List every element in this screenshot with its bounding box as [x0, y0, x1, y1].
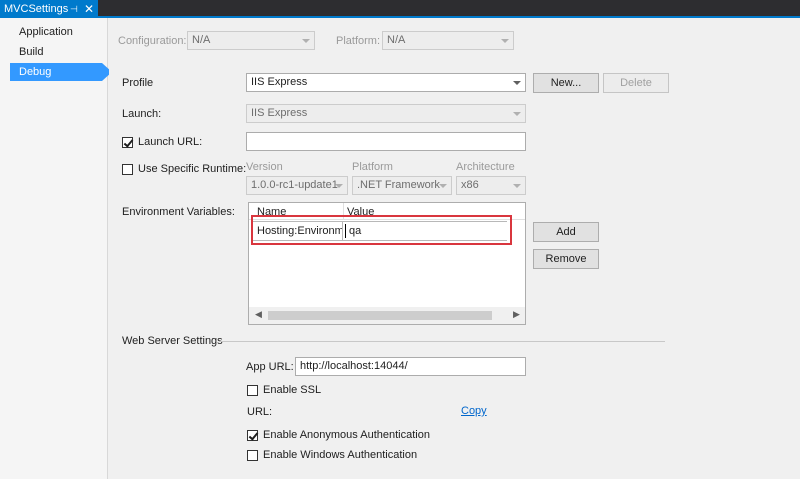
- runtime-platform-value: .NET Framework: [357, 179, 440, 191]
- platform-select[interactable]: N/A: [382, 31, 514, 50]
- add-env-var-button[interactable]: Add: [533, 222, 599, 242]
- runtime-version-label: Version: [246, 161, 283, 173]
- ssl-url-label: URL:: [247, 406, 273, 418]
- enable-ssl-label: Enable SSL: [263, 384, 322, 396]
- profile-select[interactable]: IIS Express: [246, 73, 526, 92]
- chevron-down-icon: [513, 81, 521, 85]
- highlight-annotation: [251, 215, 512, 245]
- scroll-right-icon[interactable]: ▶: [513, 309, 520, 320]
- nav-item-debug-label: Debug: [19, 66, 52, 78]
- document-tab-strip: MVCSettings ⊣ ✕: [0, 0, 800, 18]
- chevron-down-icon: [513, 112, 521, 116]
- profile-value: IIS Express: [251, 76, 308, 88]
- runtime-platform-label: Platform: [352, 161, 393, 173]
- section-divider: [220, 341, 665, 342]
- horizontal-scrollbar[interactable]: ◀ ▶: [249, 307, 525, 324]
- runtime-version-select[interactable]: 1.0.0-rc1-update1: [246, 176, 348, 195]
- specific-runtime-label: Use Specific Runtime:: [138, 163, 247, 175]
- chevron-down-icon: [513, 184, 521, 188]
- chevron-down-icon: [439, 184, 447, 188]
- configuration-select[interactable]: N/A: [187, 31, 315, 50]
- launch-url-label: Launch URL:: [138, 136, 203, 148]
- nav-item-application[interactable]: Application: [10, 23, 102, 41]
- copy-url-link[interactable]: Copy: [461, 405, 487, 417]
- new-profile-button[interactable]: New...: [533, 73, 599, 93]
- anonymous-auth-checkbox[interactable]: [247, 430, 258, 441]
- launch-select[interactable]: IIS Express: [246, 104, 526, 123]
- configuration-label: Configuration:: [118, 35, 187, 47]
- chevron-down-icon: [302, 39, 310, 43]
- environment-variables-label: Environment Variables:: [122, 206, 235, 218]
- launch-url-input[interactable]: [246, 132, 526, 151]
- delete-profile-button[interactable]: Delete: [603, 73, 669, 93]
- configuration-value: N/A: [192, 34, 211, 46]
- app-url-label: App URL:: [246, 361, 294, 373]
- scroll-left-icon[interactable]: ◀: [255, 309, 262, 320]
- runtime-architecture-label: Architecture: [456, 161, 515, 173]
- windows-auth-label: Enable Windows Authentication: [263, 449, 418, 461]
- launch-url-checkbox[interactable]: [122, 137, 133, 148]
- chevron-down-icon: [501, 39, 509, 43]
- property-pages-nav: Application Build Debug: [0, 18, 112, 479]
- launch-value: IIS Express: [251, 107, 308, 119]
- web-server-settings-label: Web Server Settings: [122, 335, 223, 347]
- runtime-version-value: 1.0.0-rc1-update1: [251, 179, 338, 191]
- profile-label: Profile: [122, 77, 154, 89]
- scrollbar-thumb[interactable]: [268, 311, 492, 320]
- app-url-input[interactable]: http://localhost:14044/: [295, 357, 526, 376]
- enable-ssl-checkbox[interactable]: [247, 385, 258, 396]
- launch-label: Launch:: [122, 108, 162, 120]
- runtime-architecture-value: x86: [461, 179, 479, 191]
- runtime-platform-select[interactable]: .NET Framework: [352, 176, 452, 195]
- nav-item-debug[interactable]: Debug: [10, 63, 112, 81]
- windows-auth-checkbox[interactable]: [247, 450, 258, 461]
- nav-item-build[interactable]: Build: [10, 43, 102, 61]
- remove-env-var-button[interactable]: Remove: [533, 249, 599, 269]
- chevron-down-icon: [335, 184, 343, 188]
- anonymous-auth-label: Enable Anonymous Authentication: [263, 429, 430, 441]
- runtime-architecture-select[interactable]: x86: [456, 176, 526, 195]
- platform-label: Platform:: [336, 35, 381, 47]
- debug-settings-panel: Configuration: N/A Platform: N/A Profile…: [109, 18, 800, 479]
- specific-runtime-checkbox[interactable]: [122, 164, 133, 175]
- platform-value: N/A: [387, 34, 406, 46]
